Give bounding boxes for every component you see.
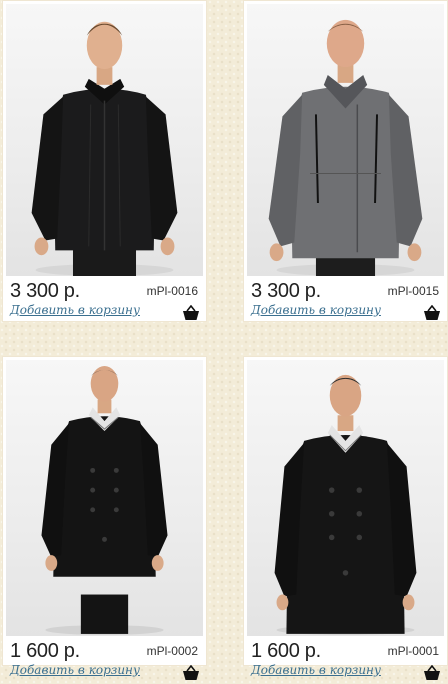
add-to-cart-link[interactable]: Добавить в корзину xyxy=(251,663,381,677)
product-meta: 1 600 р. mPl-0001 Добавить в корзину xyxy=(244,636,447,684)
product-sku: mPl-0016 xyxy=(146,284,198,298)
add-to-cart-link[interactable]: Добавить в корзину xyxy=(251,303,381,317)
product-photo[interactable] xyxy=(247,4,444,276)
add-to-cart-link[interactable]: Добавить в корзину xyxy=(10,663,140,677)
product-card: 1 600 р. mPl-0001 Добавить в корзину xyxy=(243,356,448,680)
product-photo[interactable] xyxy=(247,360,444,636)
product-sku: mPl-0002 xyxy=(146,644,198,658)
product-price: 3 300 р. xyxy=(10,280,80,302)
product-price: 1 600 р. xyxy=(251,640,321,662)
basket-icon[interactable] xyxy=(182,665,200,681)
product-price: 1 600 р. xyxy=(10,640,80,662)
product-price: 3 300 р. xyxy=(251,280,321,302)
product-card: 3 300 р. mPl-0015 Добавить в корзину xyxy=(243,0,448,322)
product-sku: mPl-0015 xyxy=(387,284,439,298)
product-photo[interactable] xyxy=(6,360,203,636)
model-black-coat-image xyxy=(274,374,417,635)
product-meta: 3 300 р. mPl-0016 Добавить в корзину xyxy=(3,276,206,324)
product-meta: 3 300 р. mPl-0015 Добавить в корзину xyxy=(244,276,447,324)
basket-icon[interactable] xyxy=(423,665,441,681)
basket-icon[interactable] xyxy=(182,305,200,321)
model-black-coat-image xyxy=(31,21,178,276)
product-card: 3 300 р. mPl-0016 Добавить в корзину xyxy=(2,0,207,322)
basket-icon[interactable] xyxy=(423,305,441,321)
model-black-long-coat-image xyxy=(41,366,168,635)
add-to-cart-link[interactable]: Добавить в корзину xyxy=(10,303,140,317)
product-sku: mPl-0001 xyxy=(387,644,439,658)
product-photo[interactable] xyxy=(6,4,203,276)
model-grey-coat-image xyxy=(268,19,423,276)
product-meta: 1 600 р. mPl-0002 Добавить в корзину xyxy=(3,636,206,684)
product-card: 1 600 р. mPl-0002 Добавить в корзину xyxy=(2,356,207,680)
